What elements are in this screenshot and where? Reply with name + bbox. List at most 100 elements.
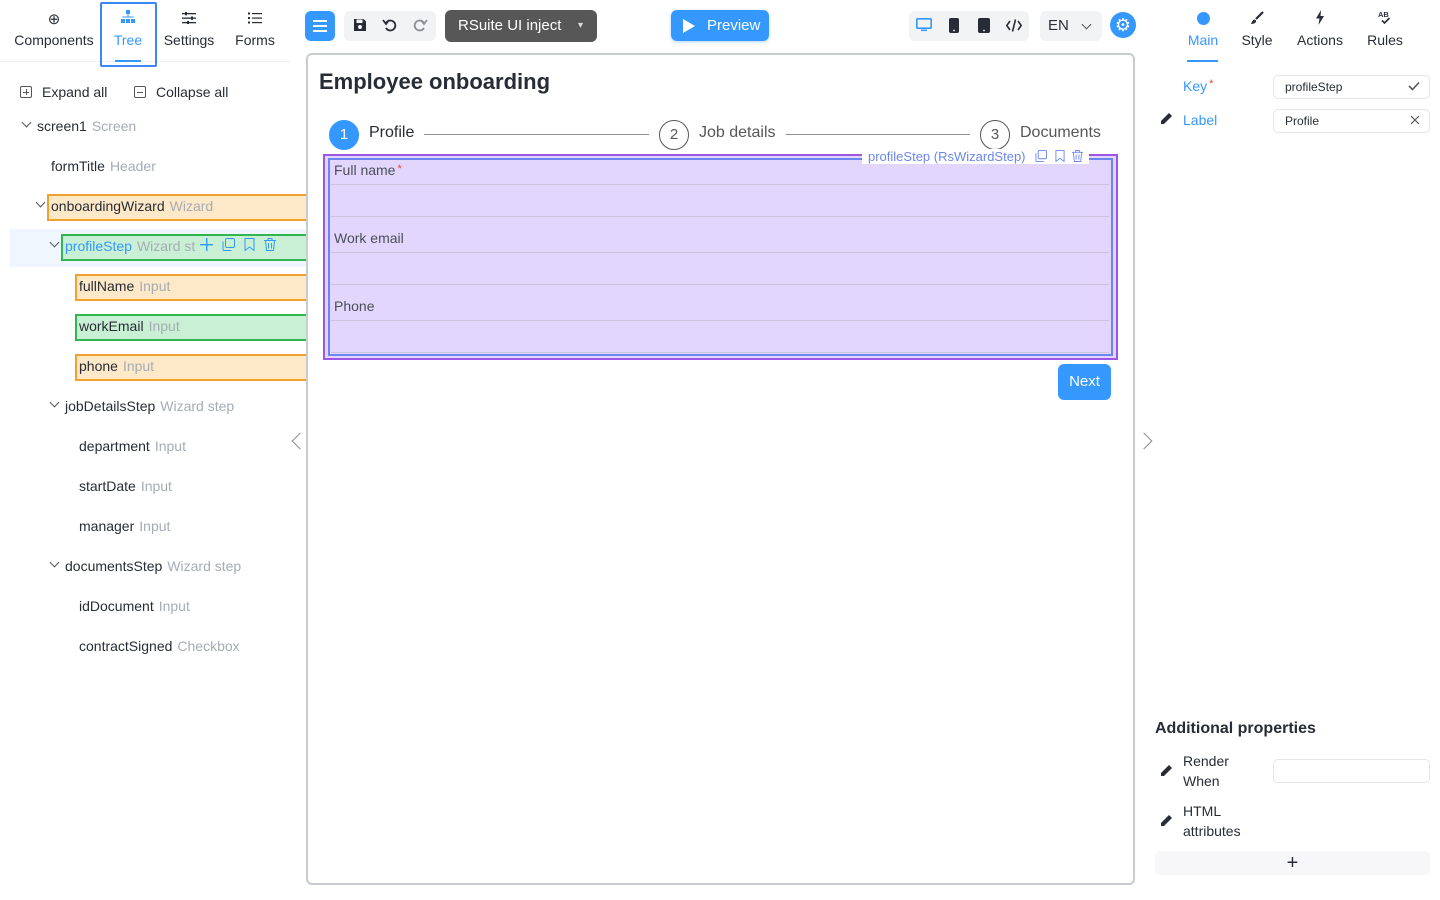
tree-node-screen1[interactable]: screen1 Screen — [37, 115, 136, 137]
chevron-down-icon — [1081, 19, 1092, 30]
tab-style[interactable]: Style — [1240, 10, 1274, 58]
code-icon[interactable] — [1000, 11, 1028, 41]
tree-node-name: workEmail — [79, 318, 144, 334]
duplicate-icon[interactable] — [1035, 149, 1051, 164]
wizard-step-2-label[interactable]: Job details — [699, 124, 776, 142]
bookmark-icon[interactable] — [1055, 149, 1069, 164]
tab-forms-label: Forms — [235, 32, 275, 48]
tree-node-name: documentsStep — [65, 558, 163, 574]
phone-input[interactable] — [331, 320, 1109, 353]
chevron-down-icon[interactable] — [51, 235, 58, 257]
tree-node-fullName[interactable]: fullName Input — [79, 275, 170, 297]
trash-icon[interactable] — [263, 238, 276, 254]
tab-actions-label: Actions — [1297, 32, 1343, 48]
add-html-attribute-button[interactable]: + — [1155, 851, 1430, 875]
wizard-step-3-label[interactable]: Documents — [1020, 124, 1101, 142]
theme-settings-button[interactable]: ⚙ — [1110, 12, 1136, 38]
tab-components-label: Components — [14, 32, 94, 48]
undo-icon[interactable] — [377, 11, 403, 41]
collapse-right-panel-icon[interactable] — [1135, 432, 1153, 450]
work-email-label: Work email — [334, 230, 404, 246]
expand-all-label: Expand all — [42, 84, 108, 100]
tree-node-onboardingWizard[interactable]: onboardingWizard Wizard — [51, 195, 213, 217]
wizard-step-1-circle[interactable]: 1 — [329, 120, 359, 150]
tab-actions[interactable]: Actions — [1295, 10, 1345, 58]
menu-button[interactable] — [305, 11, 335, 41]
tab-main[interactable]: Main — [1185, 10, 1221, 58]
render-when-input[interactable] — [1273, 759, 1430, 783]
next-button[interactable]: Next — [1058, 364, 1111, 400]
wizard-step-3-circle[interactable]: 3 — [980, 120, 1010, 150]
tab-forms[interactable]: Forms — [233, 10, 277, 58]
tree-icon — [108, 10, 148, 30]
tree-node-type: Checkbox — [177, 638, 240, 654]
trash-icon[interactable] — [1072, 149, 1084, 164]
full-name-label-text: Full name — [334, 162, 396, 178]
preview-button[interactable]: Preview — [671, 10, 769, 41]
check-icon[interactable] — [1408, 76, 1420, 98]
tree-node-formTitle[interactable]: formTitle Header — [51, 155, 156, 177]
ui-library-select[interactable]: RSuite UI inject ▾ — [445, 10, 597, 42]
bookmark-icon[interactable] — [244, 238, 255, 254]
pencil-icon[interactable] — [1160, 764, 1173, 780]
tablet-icon[interactable] — [940, 11, 968, 41]
language-select-value: EN — [1048, 17, 1069, 34]
add-child-icon[interactable] — [200, 238, 213, 254]
chevron-down-icon[interactable] — [23, 115, 30, 137]
label-input[interactable]: Profile — [1273, 109, 1430, 133]
language-select[interactable]: EN — [1040, 11, 1102, 41]
key-input-value: profileStep — [1285, 80, 1343, 94]
collapse-all-button[interactable]: Collapse all — [134, 84, 228, 104]
mobile-icon[interactable] — [970, 11, 998, 41]
chevron-down-icon[interactable] — [51, 555, 58, 577]
tab-settings[interactable]: Settings — [163, 10, 215, 58]
desktop-icon[interactable] — [910, 11, 938, 41]
work-email-input[interactable] — [331, 252, 1109, 285]
caret-down-icon: ▾ — [577, 20, 583, 31]
tree-node-jobDetailsStep[interactable]: jobDetailsStep Wizard step — [65, 395, 234, 417]
duplicate-icon[interactable] — [222, 238, 235, 254]
tree-node-idDocument[interactable]: idDocument Input — [79, 595, 190, 617]
tree-node-startDate[interactable]: startDate Input — [79, 475, 172, 497]
tree-node-type: Wizard — [169, 198, 214, 214]
full-name-input[interactable] — [331, 184, 1109, 217]
chevron-down-icon[interactable] — [51, 395, 58, 417]
tree-node-workEmail[interactable]: workEmail Input — [79, 315, 180, 337]
tree-row-actions — [200, 238, 281, 256]
tree-node-type: Wizard step — [160, 398, 235, 414]
menu-icon-line — [313, 25, 327, 27]
step-number: 1 — [339, 126, 349, 143]
wizard-step-2-circle[interactable]: 2 — [659, 120, 689, 150]
wizard-step-connector — [786, 134, 970, 135]
pencil-icon[interactable] — [1160, 112, 1173, 128]
tab-rules[interactable]: AB Rules — [1365, 10, 1405, 58]
left-panel-tabs: ⊕ Components Tree Settings Forms — [0, 0, 290, 67]
tree-node-phone[interactable]: phone Input — [79, 355, 154, 377]
tab-components[interactable]: ⊕ Components — [14, 10, 94, 58]
chevron-down-icon[interactable] — [37, 195, 44, 217]
tree-node-contractSigned[interactable]: contractSigned Checkbox — [79, 635, 240, 657]
pencil-icon[interactable] — [1160, 814, 1173, 830]
tree-node-name: onboardingWizard — [51, 198, 165, 214]
expand-all-button[interactable]: Expand all — [20, 84, 107, 104]
save-icon[interactable] — [347, 11, 373, 41]
full-name-label: Full name * — [334, 162, 402, 178]
tree-node-department[interactable]: department Input — [79, 435, 186, 457]
wizard-step-1-label[interactable]: Profile — [369, 124, 414, 142]
redo-icon[interactable] — [407, 11, 433, 41]
tree-node-name: profileStep — [65, 238, 132, 254]
ui-library-select-value: RSuite UI inject — [458, 17, 562, 34]
tree-node-type: Wizard step — [167, 558, 242, 574]
tree-node-documentsStep[interactable]: documentsStep Wizard step — [65, 555, 241, 577]
tree-node-manager[interactable]: manager Input — [79, 515, 170, 537]
tab-tree-underline — [115, 60, 141, 62]
phone-label: Phone — [334, 298, 375, 314]
close-icon[interactable] — [1410, 110, 1420, 132]
tree-node-name: formTitle — [51, 158, 105, 174]
key-label-text: Key — [1183, 78, 1208, 94]
tree-node-profileStep[interactable]: profileStep Wizard st — [65, 235, 195, 257]
tab-tree[interactable]: Tree — [108, 10, 148, 58]
key-input[interactable]: profileStep — [1273, 75, 1430, 99]
tree-node-type: Header — [109, 158, 156, 174]
tree-node-type: Input — [154, 438, 186, 454]
